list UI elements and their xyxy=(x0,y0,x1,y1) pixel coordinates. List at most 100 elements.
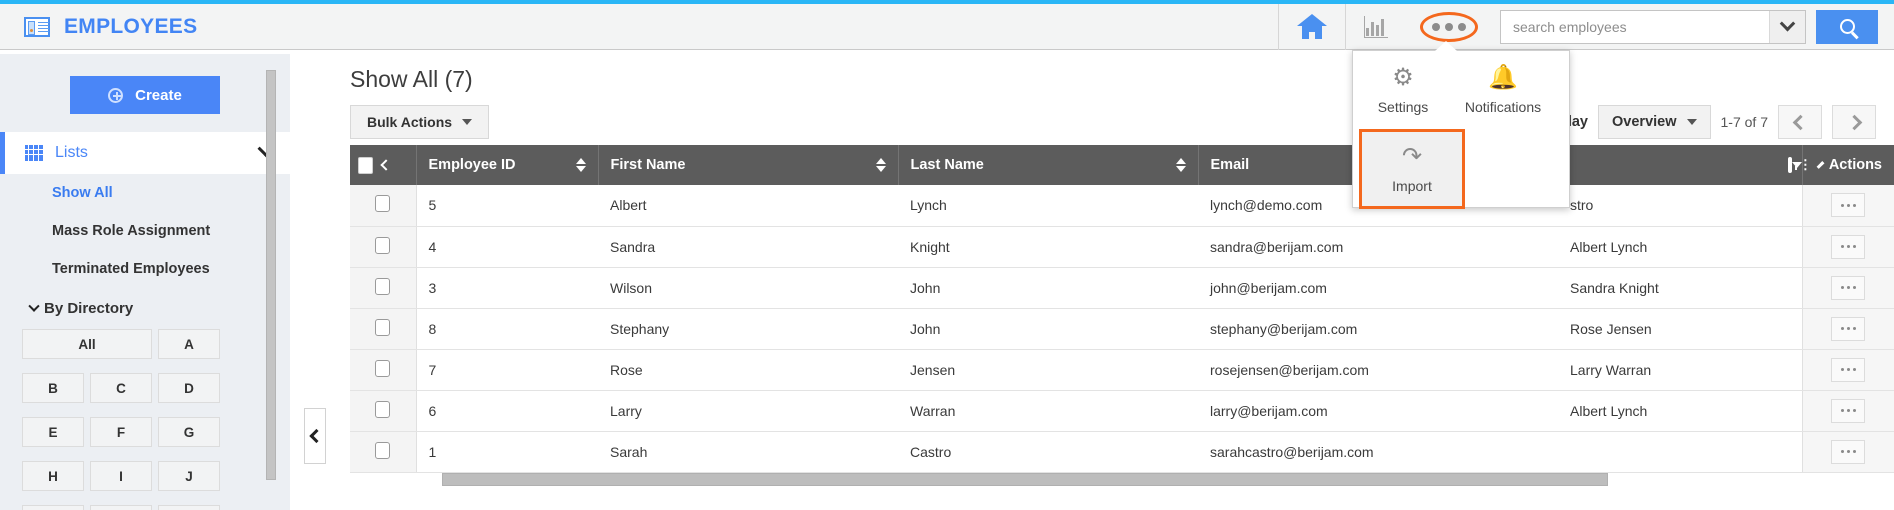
table-row[interactable]: 4 Sandra Knight sandra@berijam.com Alber… xyxy=(350,226,1894,267)
by-directory-label: By Directory xyxy=(44,300,133,317)
reports-button[interactable] xyxy=(1345,4,1406,50)
cell-first-name: Sarah xyxy=(598,431,898,472)
sort-icon[interactable] xyxy=(1176,158,1186,172)
sidebar-scrollbar[interactable] xyxy=(266,70,276,480)
column-header-actions[interactable]: ⋮ Actions xyxy=(1802,145,1894,185)
search-scope-dropdown[interactable] xyxy=(1769,11,1805,43)
search-icon xyxy=(1840,19,1855,34)
more-dots-icon[interactable] xyxy=(1831,193,1865,217)
more-dots-icon[interactable] xyxy=(1831,235,1865,259)
search-box xyxy=(1500,10,1806,44)
row-checkbox-cell[interactable] xyxy=(350,431,416,472)
row-checkbox-cell[interactable] xyxy=(350,390,416,431)
cell-first-name: Wilson xyxy=(598,267,898,308)
row-actions-cell[interactable] xyxy=(1802,226,1894,267)
alpha-button-a[interactable]: A xyxy=(158,329,220,359)
alpha-button-b[interactable]: B xyxy=(22,373,84,403)
more-dots-icon[interactable] xyxy=(1831,276,1865,300)
chevron-left-icon[interactable] xyxy=(380,159,391,170)
row-checkbox-cell[interactable] xyxy=(350,308,416,349)
checkbox-icon[interactable] xyxy=(375,195,390,212)
search-input[interactable] xyxy=(1501,11,1769,43)
alpha-button-i[interactable]: I xyxy=(90,461,152,491)
row-actions-cell[interactable] xyxy=(1802,308,1894,349)
checkbox-icon[interactable] xyxy=(375,319,390,336)
checkbox-icon[interactable] xyxy=(358,157,373,174)
column-header-employee-id[interactable]: Employee ID xyxy=(416,145,598,185)
bell-icon: 🔔 xyxy=(1457,63,1549,93)
select-all-header[interactable] xyxy=(350,145,416,185)
sort-icon[interactable] xyxy=(876,158,886,172)
table-horizontal-scrollbar[interactable] xyxy=(442,473,1608,486)
alpha-button-e[interactable]: E xyxy=(22,417,84,447)
table-row[interactable]: 3 Wilson John john@berijam.com Sandra Kn… xyxy=(350,267,1894,308)
table-row[interactable]: 8 Stephany John stephany@berijam.com Ros… xyxy=(350,308,1894,349)
chevron-down-icon xyxy=(1687,119,1697,125)
brand: EMPLOYEES xyxy=(0,15,197,39)
sidebar-item-lists[interactable]: Lists xyxy=(0,132,290,174)
menu-item-import[interactable]: ↷ Import xyxy=(1359,129,1465,209)
table-row[interactable]: 1 Sarah Castro sarahcastro@berijam.com xyxy=(350,431,1894,472)
cell-first-name: Larry xyxy=(598,390,898,431)
alpha-button-l[interactable]: L xyxy=(90,505,152,510)
alpha-button-k[interactable]: K xyxy=(22,505,84,510)
row-actions-cell[interactable] xyxy=(1802,185,1894,226)
list-toolbar: Bulk Actions Display Overview 1-7 of 7 xyxy=(324,93,1894,141)
row-actions-cell[interactable] xyxy=(1802,349,1894,390)
menu-item-notifications[interactable]: 🔔 Notifications xyxy=(1453,51,1553,125)
alpha-button-h[interactable]: H xyxy=(22,461,84,491)
menu-item-settings[interactable]: ⚙ Settings xyxy=(1353,51,1453,125)
alpha-button-all[interactable]: All xyxy=(22,329,152,359)
column-header-manager[interactable] xyxy=(1558,145,1802,185)
alpha-button-f[interactable]: F xyxy=(90,417,152,447)
bulk-actions-button[interactable]: Bulk Actions xyxy=(350,105,489,139)
create-button[interactable]: Create xyxy=(70,76,220,114)
table-row[interactable]: 5 Albert Lynch lynch@demo.com stro xyxy=(350,185,1894,226)
cell-employee-id: 8 xyxy=(416,308,598,349)
checkbox-icon[interactable] xyxy=(375,360,390,377)
bar-chart-icon xyxy=(1364,16,1388,38)
more-dots-icon[interactable] xyxy=(1831,358,1865,382)
checkbox-icon[interactable] xyxy=(375,237,390,254)
prev-page-button[interactable] xyxy=(1778,105,1822,139)
filter-icon[interactable] xyxy=(1788,157,1792,173)
row-checkbox-cell[interactable] xyxy=(350,226,416,267)
checkbox-icon[interactable] xyxy=(375,442,390,459)
sidebar-item-mass-role-assignment[interactable]: Mass Role Assignment xyxy=(0,212,290,250)
column-header-last-name[interactable]: Last Name xyxy=(898,145,1198,185)
search-submit-button[interactable] xyxy=(1816,10,1878,44)
column-header-first-name[interactable]: First Name xyxy=(598,145,898,185)
cell-last-name: Lynch xyxy=(898,185,1198,226)
more-dots-icon[interactable] xyxy=(1831,399,1865,423)
next-page-button[interactable] xyxy=(1832,105,1876,139)
alpha-button-d[interactable]: D xyxy=(158,373,220,403)
row-actions-cell[interactable] xyxy=(1802,390,1894,431)
row-checkbox-cell[interactable] xyxy=(350,267,416,308)
alpha-button-j[interactable]: J xyxy=(158,461,220,491)
display-mode-select[interactable]: Overview xyxy=(1598,105,1711,139)
more-dots-icon[interactable] xyxy=(1831,440,1865,464)
row-actions-cell[interactable] xyxy=(1802,267,1894,308)
alpha-button-g[interactable]: G xyxy=(158,417,220,447)
employee-card-icon xyxy=(24,17,50,37)
row-checkbox-cell[interactable] xyxy=(350,349,416,390)
more-dots-icon[interactable] xyxy=(1831,317,1865,341)
cell-email: sarahcastro@berijam.com xyxy=(1198,431,1558,472)
row-actions-cell[interactable] xyxy=(1802,431,1894,472)
chevron-down-icon xyxy=(462,119,472,125)
sidebar-collapse-toggle[interactable] xyxy=(304,408,326,464)
table-row[interactable]: 7 Rose Jensen rosejensen@berijam.com Lar… xyxy=(350,349,1894,390)
alphabet-filter-grid: All A B C D E F G H I J K L M N xyxy=(0,325,262,510)
checkbox-icon[interactable] xyxy=(375,278,390,295)
checkbox-icon[interactable] xyxy=(375,401,390,418)
sidebar-item-terminated-employees[interactable]: Terminated Employees xyxy=(0,250,290,288)
alpha-button-c[interactable]: C xyxy=(90,373,152,403)
sidebar-section-by-directory[interactable]: By Directory xyxy=(0,288,290,325)
table-row[interactable]: 6 Larry Warran larry@berijam.com Albert … xyxy=(350,390,1894,431)
alpha-button-m[interactable]: M xyxy=(158,505,220,510)
home-button[interactable] xyxy=(1278,4,1345,50)
sidebar-item-show-all[interactable]: Show All xyxy=(0,174,290,212)
sort-icon[interactable] xyxy=(576,158,586,172)
cell-last-name: Warran xyxy=(898,390,1198,431)
row-checkbox-cell[interactable] xyxy=(350,185,416,226)
